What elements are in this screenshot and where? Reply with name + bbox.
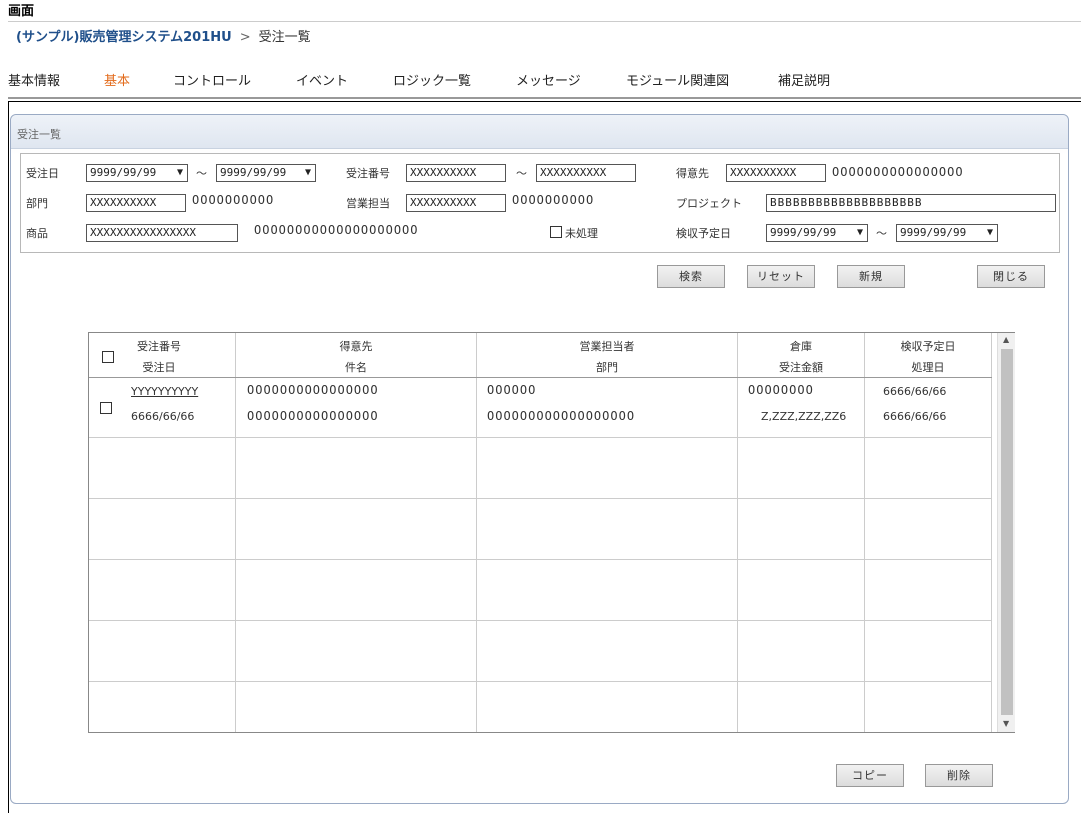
reset-button[interactable]: リセット — [747, 265, 815, 288]
project-label: プロジェクト — [676, 197, 742, 210]
order-date-cell: 6666/66/66 — [131, 410, 195, 423]
header-acceptance-date: 検収予定日 — [900, 340, 956, 353]
search-button[interactable]: 検索 — [657, 265, 725, 288]
product-code-input[interactable]: XXXXXXXXXXXXXXXX — [86, 224, 238, 242]
customer-label: 得意先 — [676, 167, 709, 180]
breadcrumb: (サンプル)販売管理システム201HU > 受注一覧 — [16, 26, 311, 45]
tilde-separator: ～ — [516, 167, 527, 180]
new-button[interactable]: 新規 — [837, 265, 905, 288]
acceptance-date-cell: 6666/66/66 — [883, 385, 947, 398]
breadcrumb-separator: > — [239, 30, 251, 45]
header-customer: 得意先 — [339, 340, 373, 353]
order-no-to-input[interactable]: XXXXXXXXXX — [536, 164, 636, 182]
dept-code-input[interactable]: XXXXXXXXXX — [86, 194, 186, 212]
customer-code-input[interactable]: XXXXXXXXXX — [726, 164, 826, 182]
tab-logic-list[interactable]: ロジック一覧 — [393, 70, 471, 89]
tab-messages[interactable]: メッセージ — [516, 70, 581, 89]
sales-person-cell: OOOOOO — [487, 383, 537, 397]
order-date-to-select[interactable]: 9999/99/99 ▼ — [216, 164, 316, 182]
acceptance-date-to-select[interactable]: 9999/99/99 ▼ — [896, 224, 998, 242]
order-no-label: 受注番号 — [346, 167, 390, 180]
product-label: 商品 — [26, 227, 48, 240]
unprocessed-label: 未処理 — [565, 227, 598, 240]
process-date-cell: 6666/66/66 — [883, 410, 947, 423]
tab-basic-info[interactable]: 基本情報 — [8, 70, 60, 89]
project-input[interactable]: BBBBBBBBBBBBBBBBBBBB — [766, 194, 1056, 212]
close-button[interactable]: 閉じる — [977, 265, 1045, 288]
header-amount: 受注金額 — [779, 361, 823, 374]
sales-code-input[interactable]: XXXXXXXXXX — [406, 194, 506, 212]
tilde-separator: ～ — [876, 227, 887, 240]
dept-label: 部門 — [26, 197, 48, 210]
dropdown-arrow-icon: ▼ — [856, 227, 863, 238]
title-divider — [8, 21, 1081, 22]
order-date-label: 受注日 — [26, 167, 59, 180]
customer-name: OOOOOOOOOOOOOOOO — [832, 165, 964, 179]
header-sales-person: 営業担当者 — [579, 340, 635, 353]
scroll-up-icon[interactable]: ▲ — [1003, 335, 1009, 344]
page-title: 画面 — [8, 4, 35, 19]
product-name: OOOOOOOOOOOOOOOOOOOO — [254, 223, 419, 237]
tab-basic[interactable]: 基本 — [104, 70, 130, 89]
delete-button[interactable]: 削除 — [925, 764, 993, 787]
amount-cell: Z,ZZZ,ZZZ,ZZ6 — [761, 410, 847, 423]
tab-notes[interactable]: 補足説明 — [778, 70, 830, 89]
tab-events[interactable]: イベント — [296, 70, 348, 89]
dropdown-arrow-icon: ▼ — [304, 167, 311, 178]
tilde-separator: ～ — [196, 167, 207, 180]
panel-title: 受注一覧 — [17, 128, 61, 141]
scroll-thumb[interactable] — [1001, 349, 1013, 715]
acceptance-date-label: 検収予定日 — [676, 227, 731, 240]
select-all-checkbox[interactable] — [102, 351, 114, 363]
dropdown-arrow-icon: ▼ — [176, 167, 183, 178]
breadcrumb-current: 受注一覧 — [258, 30, 311, 45]
header-process-date: 処理日 — [911, 361, 945, 374]
tabs-divider — [8, 97, 1081, 99]
header-order-no: 受注番号 — [137, 340, 181, 353]
customer-cell: OOOOOOOOOOOOOOOO — [247, 383, 379, 397]
header-order-date: 受注日 — [142, 361, 176, 374]
sales-label: 営業担当 — [346, 197, 390, 210]
table-scrollbar[interactable]: ▲ ▼ — [997, 333, 1015, 732]
sales-name: OOOOOOOOOO — [512, 193, 595, 207]
order-no-from-input[interactable]: XXXXXXXXXX — [406, 164, 506, 182]
warehouse-cell: OOOOOOOO — [748, 383, 814, 397]
panel-header: 受注一覧 — [11, 115, 1068, 149]
acceptance-date-from-select[interactable]: 9999/99/99 ▼ — [766, 224, 868, 242]
order-no-link[interactable]: YYYYYYYYYY — [131, 385, 198, 398]
header-subject: 件名 — [345, 361, 367, 374]
header-warehouse: 倉庫 — [790, 340, 812, 353]
dept-cell: OOOOOOOOOOOOOOOOOO — [487, 409, 636, 423]
order-date-from-select[interactable]: 9999/99/99 ▼ — [86, 164, 188, 182]
row-checkbox[interactable] — [100, 402, 112, 414]
order-list-table: 受注番号 受注日 得意先 件名 営業担当者 部門 倉庫 受注金額 検収予定日 処… — [88, 332, 1015, 733]
scroll-down-icon[interactable]: ▼ — [1003, 719, 1009, 728]
breadcrumb-system-link[interactable]: (サンプル)販売管理システム201HU — [16, 30, 232, 45]
search-conditions: 受注日 9999/99/99 ▼ ～ 9999/99/99 ▼ 受注番号 XXXXX… — [20, 153, 1060, 253]
dropdown-arrow-icon: ▼ — [986, 227, 993, 238]
copy-button[interactable]: コピー — [836, 764, 904, 787]
tab-controls[interactable]: コントロール — [173, 70, 251, 89]
dept-name: OOOOOOOOOO — [192, 193, 275, 207]
header-dept: 部門 — [596, 361, 618, 374]
tab-module-diagram[interactable]: モジュール関連図 — [626, 70, 729, 89]
subject-cell: OOOOOOOOOOOOOOOO — [247, 409, 379, 423]
unprocessed-checkbox[interactable] — [550, 226, 562, 238]
